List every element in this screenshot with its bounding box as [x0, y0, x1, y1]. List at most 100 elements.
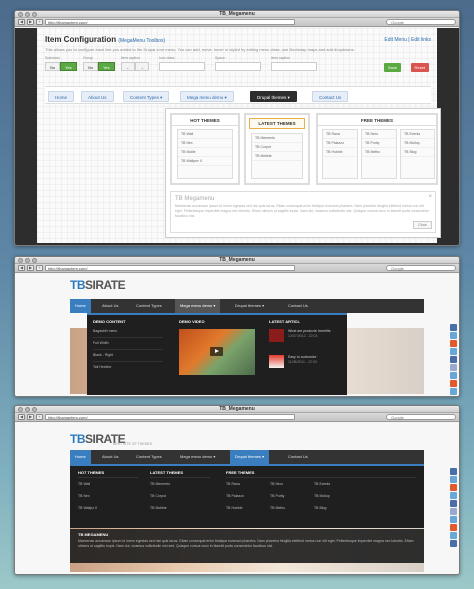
- search-field[interactable]: Google: [386, 19, 456, 25]
- menu-item-content-types[interactable]: Content Types ▾: [123, 91, 170, 102]
- demo-video[interactable]: [179, 329, 255, 375]
- dd-link[interactable]: TB Methu: [270, 506, 285, 510]
- share-icon[interactable]: [450, 348, 457, 355]
- reset-button[interactable]: Reset: [410, 63, 429, 72]
- close-icon[interactable]: ×: [428, 194, 432, 200]
- email-icon[interactable]: [450, 508, 457, 515]
- forward-button[interactable]: ▶: [27, 19, 34, 25]
- submenu-no[interactable]: No: [45, 62, 61, 71]
- dd-link[interactable]: TB Purity: [270, 494, 284, 498]
- search-field[interactable]: Google: [386, 265, 456, 271]
- share-icon[interactable]: [450, 492, 457, 499]
- dd-link[interactable]: TB Mollete: [150, 506, 167, 510]
- window-controls[interactable]: [18, 258, 37, 263]
- stumble-icon[interactable]: [450, 524, 457, 531]
- address-bar[interactable]: http://thamaxtem.com/: [45, 265, 295, 271]
- twitter-icon[interactable]: [450, 476, 457, 483]
- stumble-icon[interactable]: [450, 380, 457, 387]
- menu-item-about[interactable]: About Us: [81, 91, 114, 102]
- dd-link[interactable]: TB Mollup: [314, 494, 330, 498]
- toolbox-link[interactable]: (MegaMenu Toolbox): [118, 38, 165, 44]
- forward-button[interactable]: ▶: [27, 265, 34, 271]
- dd-link[interactable]: Blank - Right: [93, 353, 113, 357]
- article-thumbnail[interactable]: [269, 329, 284, 342]
- dd-link[interactable]: Full Width: [93, 341, 109, 345]
- column-free-themes[interactable]: FREE THEMES TB Rana TB Palazzo TB Hubble…: [316, 113, 438, 185]
- window-controls[interactable]: [18, 12, 37, 17]
- group-no[interactable]: No: [83, 62, 99, 71]
- dd-link[interactable]: TB Rana: [226, 482, 240, 486]
- menu-item-contact[interactable]: Contact Us: [312, 91, 349, 102]
- save-button[interactable]: Save: [383, 63, 401, 72]
- nav-contact[interactable]: Contact Us: [283, 450, 313, 464]
- add-tab-button[interactable]: +: [36, 414, 43, 420]
- bookmark-icon[interactable]: [450, 540, 457, 547]
- nav-contact[interactable]: Contact Us: [283, 299, 313, 313]
- icon-class-input[interactable]: [159, 62, 205, 71]
- facebook-icon[interactable]: [450, 468, 457, 475]
- forward-button[interactable]: ▶: [27, 414, 34, 420]
- delicious-icon[interactable]: [450, 532, 457, 539]
- nav-content-types[interactable]: Content Types: [131, 450, 167, 464]
- back-button[interactable]: ◀: [18, 414, 25, 420]
- nav-about[interactable]: About Us: [97, 450, 123, 464]
- window-controls[interactable]: [18, 407, 37, 412]
- nav-mega-menu-demo[interactable]: Mega menu demo ▾: [175, 450, 220, 464]
- dd-link[interactable]: TB Memento: [150, 482, 170, 486]
- column-latest-themes[interactable]: LATEST THEMES TB Memento TB Corpot TB Mo…: [244, 113, 310, 185]
- menu-item-mega-demo[interactable]: Mega menu demo ▾: [180, 91, 234, 102]
- article-thumbnail[interactable]: [269, 355, 284, 368]
- article-item[interactable]: What are products' benefits 12/07/2012 -…: [288, 329, 343, 339]
- search-field[interactable]: Google: [386, 414, 456, 420]
- dd-link[interactable]: TB Nex: [78, 494, 90, 498]
- submenu-yes[interactable]: Yes: [60, 62, 77, 71]
- nav-content-types[interactable]: Content Types: [131, 299, 167, 313]
- intro-block[interactable]: TB Megamenu Maecenas accumsan ipsum id l…: [170, 191, 436, 233]
- dd-link[interactable]: TB Blog: [314, 506, 326, 510]
- space-input[interactable]: [215, 62, 261, 71]
- site-logo[interactable]: TBSIRATE: [70, 278, 126, 292]
- back-button[interactable]: ◀: [18, 265, 25, 271]
- nav-drupal-themes[interactable]: Drupal themes ▾: [230, 450, 270, 464]
- nav-drupal-themes[interactable]: Drupal themes ▾: [230, 299, 269, 313]
- delicious-icon[interactable]: [450, 388, 457, 395]
- linkedin-icon[interactable]: [450, 356, 457, 363]
- linkedin-icon[interactable]: [450, 500, 457, 507]
- nav-mega-menu-demo[interactable]: Mega menu demo ▾: [175, 299, 221, 313]
- digg-icon[interactable]: [450, 516, 457, 523]
- back-button[interactable]: ◀: [18, 19, 25, 25]
- dd-link[interactable]: TB Nero: [270, 482, 283, 486]
- dd-link[interactable]: Bagasbih menu: [93, 329, 117, 333]
- menu-item-home[interactable]: Home: [48, 91, 75, 102]
- dd-link[interactable]: TB Corpot: [150, 494, 166, 498]
- rss-icon[interactable]: [450, 340, 457, 347]
- dd-link[interactable]: TB Palazzo: [226, 494, 244, 498]
- dd-link[interactable]: Tall Hexfdor: [93, 365, 111, 369]
- align-left-button[interactable]: ←: [121, 62, 135, 71]
- twitter-icon[interactable]: [450, 332, 457, 339]
- email-icon[interactable]: [450, 364, 457, 371]
- address-bar[interactable]: http://thamaxtem.com/: [45, 19, 295, 25]
- facebook-icon[interactable]: [450, 324, 457, 331]
- menu-item-drupal-themes[interactable]: Drupal themes ▾: [250, 91, 297, 102]
- caption-input[interactable]: [271, 62, 317, 71]
- play-icon[interactable]: [210, 347, 223, 356]
- article-item[interactable]: Easy to customize 11/08/2011 - 22:03: [288, 355, 343, 365]
- address-bar[interactable]: http://thamaxtem.com/: [45, 414, 295, 420]
- digg-icon[interactable]: [450, 372, 457, 379]
- column-hot-themes[interactable]: HOT THEMES TB Wall TB Nex TB Mollie TB W…: [170, 113, 240, 185]
- dd-link[interactable]: TB Wallpo II: [78, 506, 97, 510]
- nav-home[interactable]: Home: [70, 450, 91, 464]
- dd-link[interactable]: TB Hubble: [226, 506, 243, 510]
- add-tab-button[interactable]: +: [36, 19, 43, 25]
- rss-icon[interactable]: [450, 484, 457, 491]
- group-yes[interactable]: Yes: [98, 62, 115, 71]
- nav-about[interactable]: About Us: [97, 299, 123, 313]
- nav-home[interactable]: Home: [70, 299, 91, 313]
- dd-link[interactable]: TB Events: [314, 482, 330, 486]
- add-tab-button[interactable]: +: [36, 265, 43, 271]
- close-button[interactable]: Close: [413, 221, 432, 229]
- dd-link[interactable]: TB Wall: [78, 482, 90, 486]
- edit-links[interactable]: Edit Menu | Edit links: [384, 37, 431, 43]
- align-right-button[interactable]: →: [135, 62, 149, 71]
